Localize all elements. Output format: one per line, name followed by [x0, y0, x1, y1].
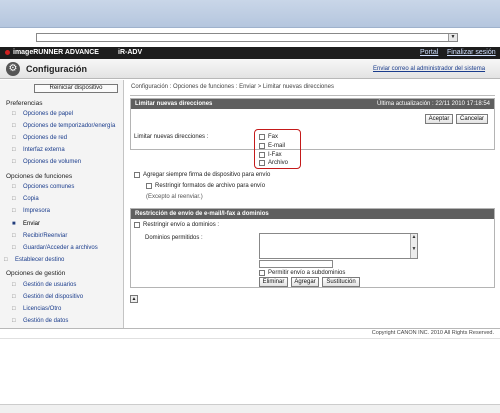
scrollbar[interactable]: ▲ ▼ [410, 234, 417, 258]
domain-input[interactable] [259, 260, 333, 268]
sidebar-item-volume[interactable]: Opciones de volumen [12, 159, 122, 168]
restrict-formats-checkbox[interactable] [146, 183, 152, 189]
sidebar-item-external-interface[interactable]: Interfaz externa [12, 147, 122, 156]
divider [130, 95, 495, 96]
brand-name: imageRUNNER ADVANCE [13, 49, 99, 56]
chevron-down-icon[interactable]: ▼ [448, 34, 457, 41]
brand-bar: imageRUNNER ADVANCE iR-ADV Portal Finali… [0, 47, 500, 59]
panel-title: Restricción de envío de e-mail/I-fax a d… [135, 211, 269, 217]
breadcrumb: Configuración : Opciones de funciones : … [131, 84, 334, 90]
main-content: Configuración : Opciones de funciones : … [125, 80, 500, 328]
portal-link[interactable]: Portal [420, 49, 438, 56]
email-checkbox[interactable] [259, 143, 265, 149]
sidebar-item-device-management[interactable]: Gestión del dispositivo [12, 294, 122, 303]
panel-header: Restricción de envío de e-mail/I-fax a d… [131, 209, 494, 219]
replace-button[interactable]: Sustitución [322, 277, 360, 287]
sidebar-item-user-management[interactable]: Gestión de usuarios [12, 282, 122, 291]
sidebar-item-common[interactable]: Opciones comunes [12, 184, 122, 193]
allowed-domains-label: Dominios permitidos : [145, 235, 203, 241]
logout-link[interactable]: Finalizar sesión [447, 49, 496, 56]
mail-admin-link[interactable]: Enviar correo al administrador del siste… [373, 66, 485, 72]
sidebar-item-paper[interactable]: Opciones de papel [12, 111, 122, 120]
sidebar-section-management: Opciones de gestión [6, 270, 66, 277]
sidebar: Reiniciar dispositivo Preferencias Opcio… [0, 80, 124, 328]
fax-checkbox[interactable] [259, 134, 265, 140]
sidebar-item-licenses-other[interactable]: Licencias/Otro [12, 306, 122, 315]
add-button[interactable]: Agregar [291, 277, 319, 287]
device-model: iR-ADV [118, 49, 143, 56]
sidebar-section-preferences: Preferencias [6, 100, 43, 107]
footer: Copyright CANON INC. 2010 All Rights Res… [0, 328, 500, 337]
ifax-label: I-Fax [268, 152, 282, 158]
panel-header: Limitar nuevas direcciones Última actual… [131, 99, 494, 109]
sidebar-item-copy[interactable]: Copia [12, 196, 122, 205]
panel-title: Limitar nuevas direcciones [135, 101, 213, 107]
restart-device-button[interactable]: Reiniciar dispositivo [34, 84, 118, 93]
signature-checkbox[interactable] [134, 172, 140, 178]
cancel-button[interactable]: Cancelar [456, 114, 488, 124]
page-top-icon[interactable]: ▲ [130, 295, 138, 303]
sidebar-section-functions: Opciones de funciones [6, 173, 73, 180]
restrict-domains-checkbox[interactable] [134, 222, 140, 228]
sidebar-item-set-destination[interactable]: Establecer destino [4, 257, 114, 266]
browser-status-bar [0, 404, 500, 413]
sidebar-item-store-access-files[interactable]: Guardar/Acceder a archivos [12, 245, 122, 254]
allowed-domains-list[interactable]: ▲ ▼ [259, 233, 418, 259]
except-forward-note: (Excepto al reenviar.) [146, 194, 203, 200]
copyright: Copyright CANON INC. 2010 All Rights Res… [371, 330, 494, 336]
allow-subdomains-checkbox[interactable] [259, 270, 265, 276]
gear-icon: ⚙ [6, 62, 20, 76]
last-update: Última actualización : 22/11 2010 17:18:… [377, 101, 490, 107]
sidebar-item-network[interactable]: Opciones de red [12, 135, 122, 144]
sidebar-item-printer[interactable]: Impresora [12, 208, 122, 217]
ifax-checkbox[interactable] [259, 152, 265, 158]
sidebar-item-send[interactable]: Enviar [12, 221, 122, 230]
email-label: E-mail [268, 143, 286, 149]
file-label: Archivo [268, 160, 289, 166]
accept-button[interactable]: Aceptar [425, 114, 453, 124]
sidebar-item-timer-energy[interactable]: Opciones de temporizador/energía [12, 123, 122, 132]
signature-label: Agregar siempre firma de dispositivo par… [143, 172, 271, 178]
title-bar: ⚙ Configuración Enviar correo al adminis… [0, 59, 500, 79]
restrict-domains-label: Restringir envío a dominios : [143, 222, 220, 228]
page-title: Configuración [26, 64, 87, 74]
empty-area [0, 338, 500, 413]
file-checkbox[interactable] [259, 160, 265, 166]
delete-button[interactable]: Eliminar [259, 277, 288, 287]
sidebar-item-receive-forward[interactable]: Recibir/Reenviar [12, 233, 122, 242]
fax-label: Fax [268, 134, 279, 140]
allow-subdomains-label: Permitir envío a subdominios [268, 270, 346, 276]
browser-toolbar [0, 0, 500, 28]
limit-addresses-panel: Limitar nuevas direcciones Última actual… [130, 98, 495, 150]
brand-logo-icon [5, 50, 10, 55]
sidebar-item-data-management[interactable]: Gestión de datos [12, 318, 122, 327]
limit-label: Limitar nuevas direcciones : [134, 134, 209, 140]
address-bar[interactable]: ▼ [36, 33, 458, 42]
restrict-formats-label: Restringir formatos de archivo para enví… [155, 183, 266, 189]
